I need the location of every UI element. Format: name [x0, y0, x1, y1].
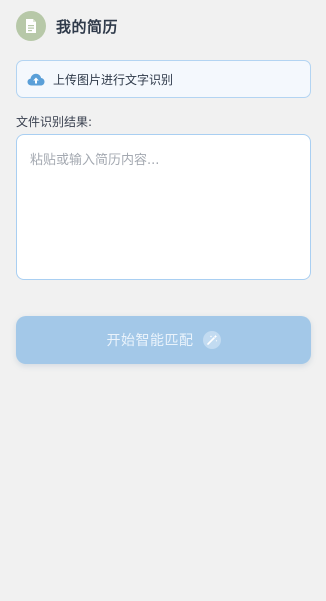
resume-content-input[interactable] — [16, 134, 311, 280]
document-icon — [16, 11, 46, 41]
start-match-label: 开始智能匹配 — [106, 333, 194, 349]
start-match-button[interactable]: 开始智能匹配 — [16, 316, 311, 364]
cloud-upload-icon — [27, 72, 45, 86]
upload-button-label: 上传图片进行文字识别 — [53, 72, 174, 87]
page-title: 我的简历 — [56, 17, 119, 36]
resume-page: 我的简历 上传图片进行文字识别 文件识别结果: 开始智能匹配 — [0, 0, 326, 601]
upload-image-button[interactable]: 上传图片进行文字识别 — [16, 60, 311, 98]
result-section-label: 文件识别结果: — [16, 115, 93, 129]
magic-wand-icon — [202, 331, 221, 349]
page-header: 我的简历 — [16, 11, 118, 41]
